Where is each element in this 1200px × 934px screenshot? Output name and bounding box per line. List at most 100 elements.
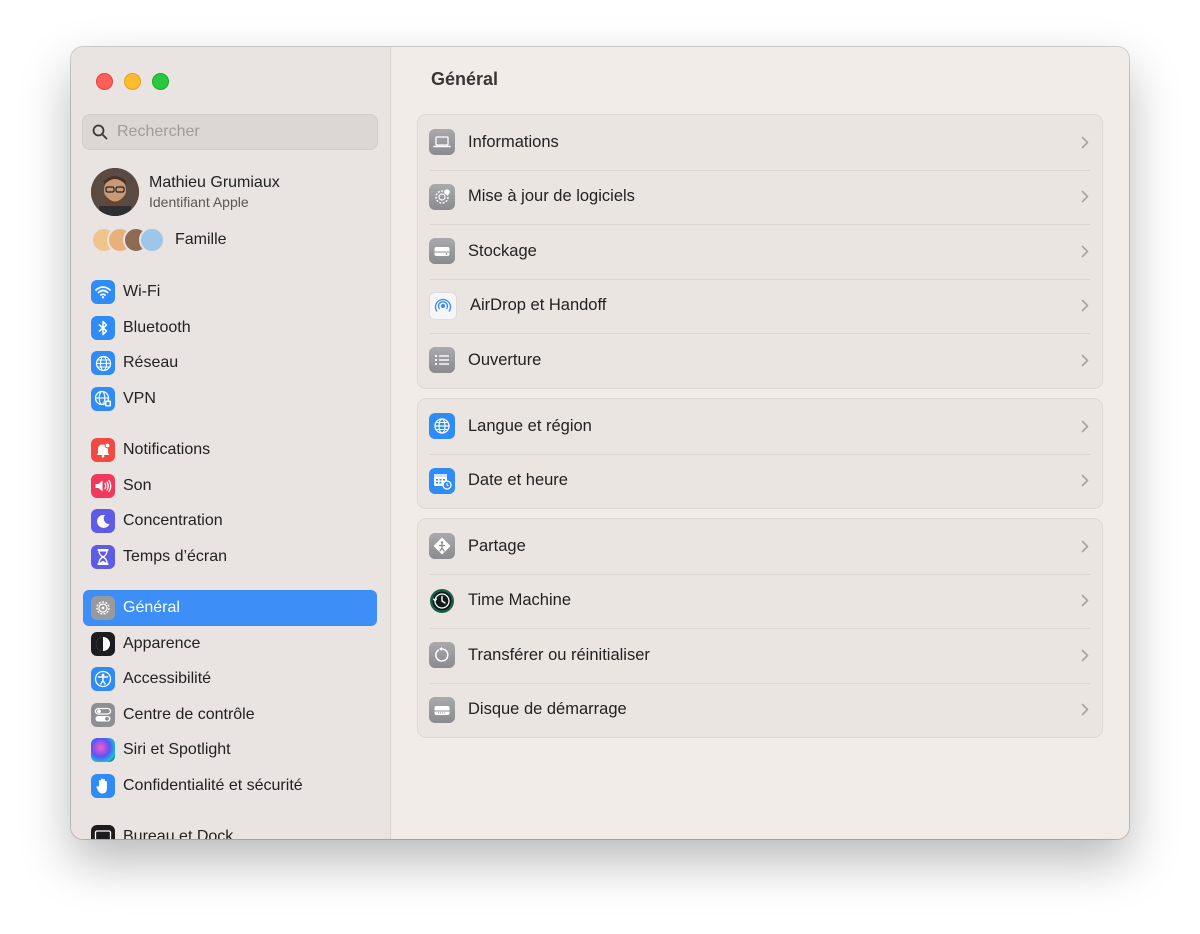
- startup-disk-icon: [429, 696, 455, 723]
- sidebar-item-label: VPN: [123, 389, 156, 407]
- sidebar-item-network[interactable]: Réseau: [83, 345, 377, 381]
- hourglass-icon: [91, 544, 115, 569]
- row-sharing[interactable]: Partage: [418, 519, 1102, 574]
- sidebar-item-label: Siri et Spotlight: [123, 741, 231, 758]
- main-pane: Général Informations Mise à jour de logi…: [391, 47, 1129, 839]
- toggles-icon: [91, 702, 115, 727]
- dock-icon: [91, 825, 115, 839]
- search-icon: [92, 124, 108, 140]
- sidebar-item-wifi[interactable]: Wi-Fi: [83, 274, 377, 310]
- search-field[interactable]: [82, 114, 378, 150]
- sidebar-item-accessibility[interactable]: Accessibilité: [83, 661, 377, 697]
- sidebar-item-label: Concentration: [123, 512, 223, 529]
- row-date-time[interactable]: Date et heure: [418, 453, 1102, 509]
- laptop-icon: [429, 129, 455, 156]
- moon-icon: [91, 509, 115, 533]
- chevron-right-icon: [1081, 594, 1089, 607]
- sidebar-item-label: Temps d’écran: [123, 547, 228, 565]
- sidebar-item-label: Réseau: [123, 354, 179, 371]
- avatar: [91, 168, 139, 216]
- apple-id-label: Identifiant Apple: [149, 194, 249, 210]
- airdrop-icon: [429, 291, 457, 320]
- row-label: Mise à jour de logiciels: [468, 187, 635, 206]
- row-language-region[interactable]: Langue et région: [418, 399, 1102, 454]
- sidebar-item-focus[interactable]: Concentration: [83, 503, 377, 539]
- row-login-items[interactable]: Ouverture: [418, 333, 1102, 388]
- settings-group: Langue et région Date et heure: [417, 398, 1103, 509]
- sidebar-item-label: Notifications: [123, 441, 211, 458]
- bluetooth-icon: [91, 315, 115, 340]
- close-button[interactable]: [96, 73, 113, 90]
- chevron-right-icon: [1081, 354, 1089, 367]
- sidebar-item-siri-spotlight[interactable]: Siri et Spotlight: [83, 732, 377, 768]
- search-input[interactable]: [115, 122, 359, 142]
- vpn-globe-icon: [91, 386, 115, 411]
- sidebar-item-label: Centre de contrôle: [123, 705, 255, 723]
- sidebar-item-sound[interactable]: Son: [83, 468, 377, 504]
- chevron-right-icon: [1081, 703, 1089, 716]
- sidebar-item-screen-time[interactable]: Temps d’écran: [83, 539, 377, 575]
- speaker-icon: [91, 473, 115, 498]
- family-avatar: [139, 227, 165, 253]
- globe-icon: [91, 351, 115, 375]
- siri-icon: [91, 738, 115, 762]
- sidebar-item-bluetooth[interactable]: Bluetooth: [83, 310, 377, 346]
- row-label: Ouverture: [468, 350, 542, 369]
- sidebar-item-label: Bureau et Dock: [123, 828, 234, 839]
- row-airdrop-handoff[interactable]: AirDrop et Handoff: [418, 278, 1102, 334]
- family-label: Famille: [175, 231, 227, 248]
- user-name: Mathieu Grumiaux: [149, 174, 280, 191]
- list-icon: [429, 347, 455, 374]
- globe-icon: [429, 413, 455, 440]
- time-machine-icon: [429, 588, 455, 614]
- row-label: AirDrop et Handoff: [470, 296, 607, 315]
- settings-window: Mathieu Grumiaux Identifiant Apple Famil…: [71, 47, 1129, 839]
- chevron-right-icon: [1081, 420, 1089, 433]
- zoom-button[interactable]: [152, 73, 169, 90]
- sidebar-item-label: Général: [123, 599, 180, 616]
- sidebar-item-label: Confidentialité et sécurité: [123, 776, 303, 794]
- sidebar-item-desktop-dock[interactable]: Bureau et Dock: [83, 819, 377, 839]
- row-label: Stockage: [468, 241, 537, 260]
- accessibility-icon: [91, 667, 115, 691]
- sidebar-item-privacy-security[interactable]: Confidentialité et sécurité: [83, 768, 377, 804]
- gear-icon: [91, 596, 115, 620]
- window-controls: [96, 73, 169, 90]
- reset-icon: [429, 642, 455, 669]
- row-label: Partage: [468, 536, 526, 555]
- sidebar: Mathieu Grumiaux Identifiant Apple Famil…: [71, 47, 391, 839]
- row-label: Date et heure: [468, 471, 568, 490]
- row-label: Time Machine: [468, 591, 572, 610]
- chevron-right-icon: [1081, 190, 1089, 203]
- chevron-right-icon: [1081, 299, 1089, 312]
- sidebar-item-general[interactable]: Général: [83, 590, 377, 626]
- chevron-right-icon: [1081, 540, 1089, 553]
- sidebar-item-vpn[interactable]: VPN: [83, 381, 377, 417]
- sidebar-item-notifications[interactable]: Notifications: [83, 432, 377, 468]
- minimize-button[interactable]: [124, 73, 141, 90]
- sidebar-item-label: Bluetooth: [123, 318, 191, 336]
- sharing-icon: [429, 533, 455, 560]
- sidebar-item-control-center[interactable]: Centre de contrôle: [83, 697, 377, 733]
- row-time-machine[interactable]: Time Machine: [418, 573, 1102, 629]
- bell-icon: [91, 438, 115, 462]
- drive-icon: [429, 238, 455, 265]
- chevron-right-icon: [1081, 474, 1089, 487]
- row-label: Transférer ou réinitialiser: [468, 645, 650, 664]
- row-informations[interactable]: Informations: [418, 115, 1102, 170]
- row-software-update[interactable]: Mise à jour de logiciels: [418, 169, 1102, 225]
- page-title: Général: [431, 69, 499, 89]
- apple-id-account[interactable]: Mathieu Grumiaux Identifiant Apple: [91, 168, 280, 216]
- sidebar-item-appearance[interactable]: Apparence: [83, 626, 377, 662]
- family-item[interactable]: Famille: [91, 227, 227, 253]
- row-startup-disk[interactable]: Disque de démarrage: [418, 682, 1102, 738]
- chevron-right-icon: [1081, 136, 1089, 149]
- calendar-clock-icon: [429, 467, 455, 494]
- row-transfer-reset[interactable]: Transférer ou réinitialiser: [418, 628, 1102, 683]
- software-update-gear-icon: [429, 183, 455, 210]
- sidebar-item-label: Son: [123, 476, 152, 494]
- hand-icon: [91, 773, 115, 798]
- row-storage[interactable]: Stockage: [418, 224, 1102, 279]
- sidebar-item-label: Wi-Fi: [123, 283, 161, 300]
- settings-group: Partage Time Machine Transférer ou réini…: [417, 518, 1103, 738]
